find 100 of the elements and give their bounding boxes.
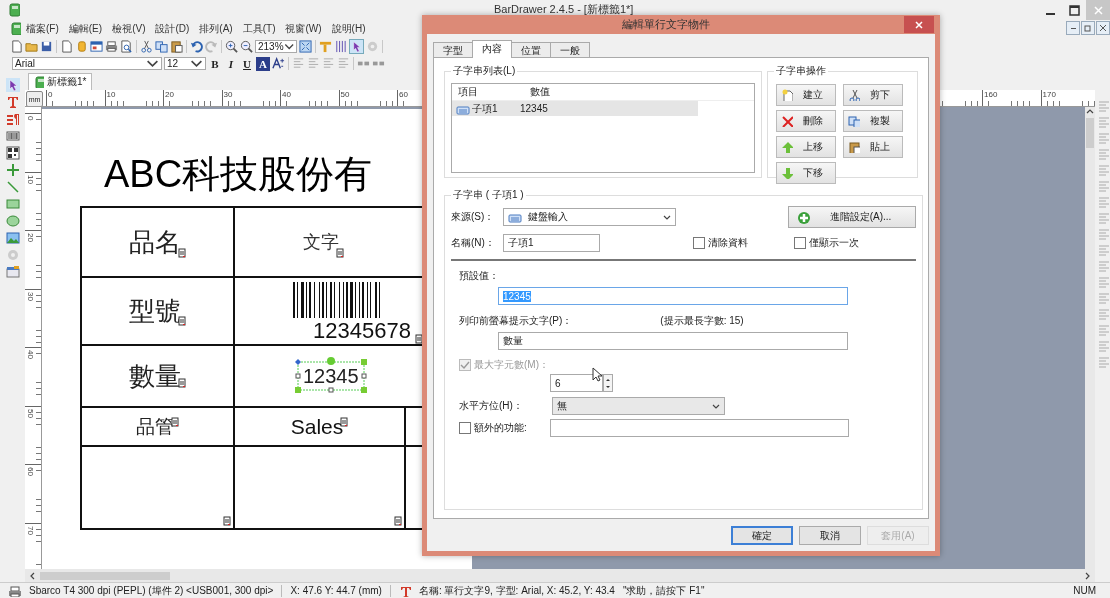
bold-button[interactable]: B [208, 56, 222, 71]
minimize-icon [1045, 13, 1055, 15]
label-title: ABC科技股份有 [104, 152, 373, 197]
list-row[interactable]: 子項1 12345 [452, 101, 698, 116]
rectangle-icon[interactable] [5, 197, 20, 211]
fit-to-window-icon[interactable] [299, 39, 312, 53]
barcode-icon[interactable] [5, 129, 20, 143]
up-arrow-icon [780, 141, 793, 153]
scroll-thumb[interactable] [40, 571, 170, 580]
action-button[interactable]: 建立 [775, 84, 836, 106]
tab[interactable]: 內容 [472, 40, 512, 58]
dialog-button[interactable]: 確定 [731, 526, 793, 545]
close-button[interactable] [904, 16, 934, 33]
scroll-left-icon[interactable] [28, 571, 36, 580]
text-tool-icon[interactable] [5, 95, 20, 109]
justify-icon[interactable] [337, 57, 350, 70]
selection-handles-drawing[interactable] [293, 359, 369, 393]
substring-list[interactable]: 項目 數值 子項1 12345 [451, 83, 755, 173]
font-size-adjust-icon[interactable] [272, 57, 285, 70]
print-preview-icon[interactable] [120, 39, 133, 53]
menu-item[interactable]: 說明(H) [326, 21, 371, 36]
menu-item[interactable]: 設計(D) [150, 21, 195, 36]
paste-icon[interactable] [170, 39, 183, 53]
field-label: 預設值： [459, 270, 499, 281]
menu-item[interactable]: 編輯(E) [63, 21, 108, 36]
action-button[interactable]: 刪除 [775, 110, 836, 132]
paste-icon [847, 141, 860, 153]
qr-code-icon[interactable] [5, 146, 20, 160]
zoom-out-icon[interactable] [240, 39, 253, 53]
menu-item[interactable]: 視窗(W) [280, 21, 327, 36]
minimize-button[interactable] [1066, 21, 1080, 35]
dialog-button[interactable]: 取消 [799, 526, 861, 545]
action-button[interactable]: 貼上 [842, 136, 903, 158]
close-button[interactable] [1096, 21, 1110, 35]
checkbox[interactable] [794, 237, 806, 249]
line-icon[interactable] [5, 180, 20, 194]
spin-up-icon[interactable] [605, 376, 611, 382]
ruler-number: 0 [26, 116, 35, 123]
action-button[interactable]: 剪下 [842, 84, 903, 106]
field-name-text: 型號 [129, 294, 181, 328]
cut-icon[interactable] [140, 39, 153, 53]
align-left-icon[interactable] [292, 57, 305, 70]
menu-item[interactable]: 工具(T) [237, 21, 281, 36]
scroll-thumb[interactable] [1086, 118, 1094, 148]
prompt-text-field[interactable]: 數量 [498, 332, 848, 350]
printer-icon [8, 584, 21, 597]
ellipse-icon[interactable] [5, 214, 20, 228]
cylinder-icon[interactable] [75, 39, 88, 53]
checkbox-label: 額外的功能: [474, 421, 527, 435]
new-document-icon [780, 89, 793, 101]
spin-down-icon[interactable] [605, 384, 611, 390]
advanced-settings-button[interactable]: 進階設定(A)... [788, 206, 916, 228]
tab[interactable]: 字型 [433, 42, 473, 58]
zoom-dropdown[interactable]: 213% [255, 39, 297, 53]
action-button[interactable]: 上移 [775, 136, 836, 158]
menu-item[interactable]: 檢視(V) [107, 21, 151, 36]
new-document-icon[interactable] [10, 39, 23, 53]
select-mode-button[interactable] [349, 38, 364, 54]
group-title: 子字串列表(L) [452, 64, 517, 78]
ruler-number: 30 [26, 291, 35, 303]
document-tab[interactable]: 新標籤1* [28, 73, 93, 90]
tab[interactable]: 位置 [511, 42, 551, 58]
scroll-up-icon[interactable] [1086, 107, 1094, 115]
vertical-scrollbar[interactable] [1085, 107, 1095, 569]
image-icon[interactable] [5, 231, 20, 245]
window-icon[interactable] [90, 39, 103, 53]
object-info: 名稱: 單行文字9, 字型: Arial, X: 45.2, Y: 43.4 [418, 583, 615, 598]
label-text: 文字 [303, 231, 339, 254]
italic-button[interactable]: I [224, 56, 238, 71]
checkbox[interactable] [693, 237, 705, 249]
scroll-right-icon[interactable] [1084, 571, 1092, 580]
undo-icon[interactable] [190, 39, 203, 53]
menu-item[interactable]: 排列(A) [194, 21, 238, 36]
font-dropdown[interactable]: Arial [12, 57, 162, 70]
copy-icon[interactable] [155, 39, 168, 53]
action-button[interactable]: 下移 [775, 162, 836, 184]
source-dropdown[interactable]: 鍵盤輸入 [503, 208, 676, 226]
field-name-text: 數量 [129, 359, 181, 393]
ruler-number: 40 [26, 350, 35, 361]
move-handle-icon[interactable] [327, 357, 335, 365]
action-button[interactable]: 複製 [842, 110, 903, 132]
column-header[interactable]: 數值 [524, 85, 550, 99]
extra-function-field[interactable] [550, 419, 849, 437]
grid-icon[interactable] [334, 39, 347, 53]
tab[interactable]: 一般 [550, 42, 590, 58]
database-icon[interactable] [5, 265, 20, 279]
alignment-dropdown[interactable]: 無 [551, 397, 725, 415]
align-center-icon[interactable] [307, 57, 320, 70]
underline-button[interactable]: U [240, 56, 254, 71]
menu-item[interactable]: 檔案(F) [21, 21, 64, 36]
checkbox[interactable] [459, 422, 471, 434]
document-icon[interactable] [60, 39, 73, 53]
horizontal-scrollbar[interactable] [25, 569, 1095, 582]
printer-icon[interactable] [105, 39, 118, 53]
paragraph-text-icon[interactable] [5, 112, 20, 126]
font-size-dropdown[interactable]: 12 [164, 57, 206, 70]
zoom-in-icon[interactable] [225, 39, 238, 53]
save-icon[interactable] [40, 39, 53, 53]
name-field[interactable]: 子項1 [503, 234, 600, 252]
font-color-button[interactable]: A [256, 56, 270, 71]
